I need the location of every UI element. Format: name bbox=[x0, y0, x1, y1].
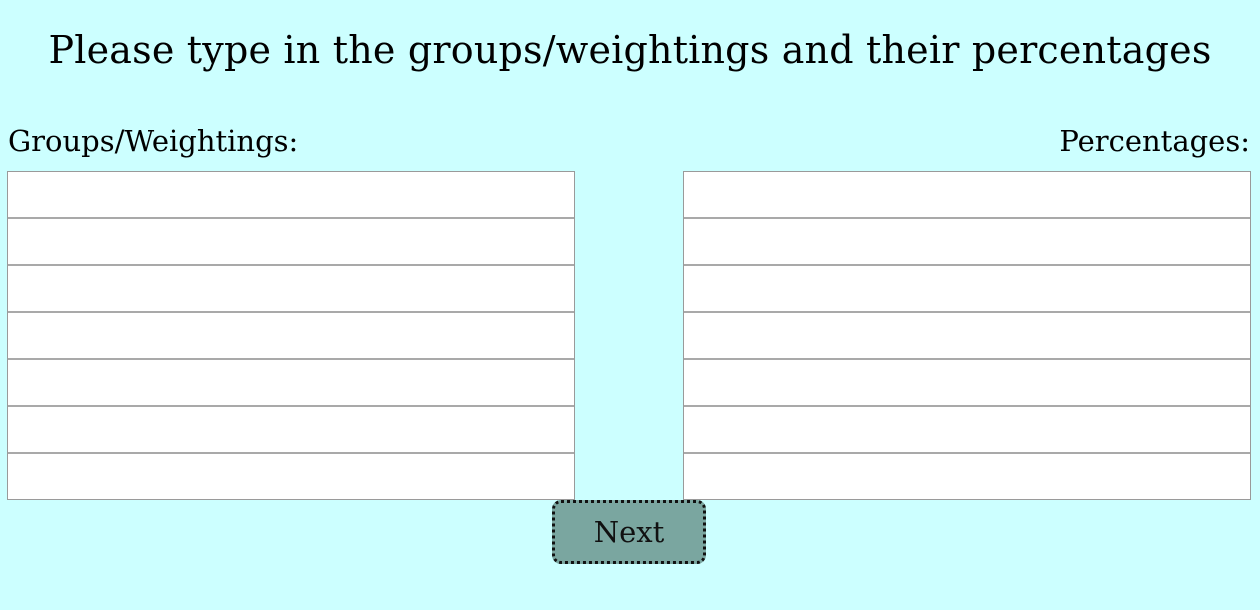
group-weighting-input-4[interactable] bbox=[8, 313, 574, 360]
groups-weightings-label: Groups/Weightings: bbox=[8, 124, 299, 158]
group-weighting-input-7[interactable] bbox=[8, 454, 574, 499]
percentage-input-4[interactable] bbox=[684, 313, 1250, 360]
percentages-label: Percentages: bbox=[1059, 124, 1250, 158]
group-weighting-input-6[interactable] bbox=[8, 407, 574, 454]
group-weighting-input-1[interactable] bbox=[8, 172, 574, 219]
group-weighting-input-2[interactable] bbox=[8, 219, 574, 266]
percentage-input-7[interactable] bbox=[684, 454, 1250, 499]
percentage-input-2[interactable] bbox=[684, 219, 1250, 266]
percentage-input-1[interactable] bbox=[684, 172, 1250, 219]
percentage-input-3[interactable] bbox=[684, 266, 1250, 313]
page: Please type in the groups/weightings and… bbox=[0, 0, 1260, 610]
percentages-fields bbox=[683, 171, 1251, 500]
page-title: Please type in the groups/weightings and… bbox=[48, 28, 1212, 72]
group-weighting-input-3[interactable] bbox=[8, 266, 574, 313]
next-button[interactable]: Next bbox=[552, 500, 706, 564]
group-weighting-input-5[interactable] bbox=[8, 360, 574, 407]
percentage-input-6[interactable] bbox=[684, 407, 1250, 454]
groups-weightings-fields bbox=[7, 171, 575, 500]
percentage-input-5[interactable] bbox=[684, 360, 1250, 407]
